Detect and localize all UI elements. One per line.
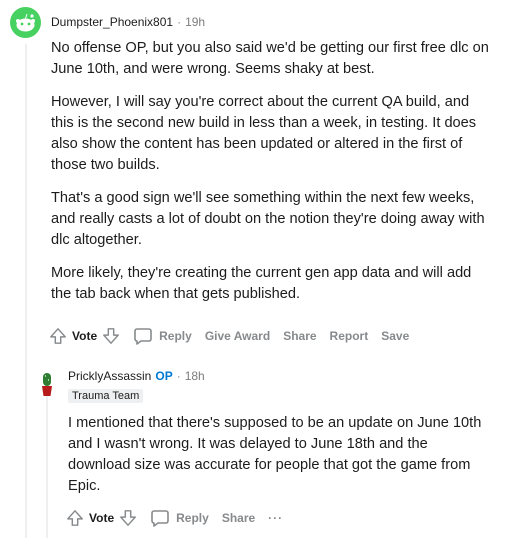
separator: ·	[176, 369, 181, 383]
comment-bubble-icon	[151, 510, 169, 527]
avatar[interactable]	[10, 7, 41, 38]
user-flair: Trauma Team	[68, 389, 144, 403]
comment-meta: Dumpster_Phoenix801 · 19h	[51, 15, 205, 29]
thread-line[interactable]	[46, 396, 48, 538]
share-button[interactable]: Share	[222, 511, 255, 525]
downvote-icon	[120, 510, 137, 526]
author-name[interactable]: PricklyAssassin	[68, 369, 151, 383]
comment-bubble-icon	[134, 328, 152, 345]
comment-paragraph: However, I will say you're correct about…	[51, 94, 477, 173]
comment-paragraph: More likely, they're creating the curren…	[51, 265, 472, 302]
upvote-button[interactable]	[49, 327, 67, 345]
author-name[interactable]: Dumpster_Phoenix801	[51, 15, 173, 29]
reply-button[interactable]: Reply	[133, 326, 192, 346]
give-award-button[interactable]: Give Award	[205, 329, 270, 343]
reply-label: Reply	[176, 511, 209, 525]
thread-line[interactable]	[25, 44, 27, 538]
timestamp[interactable]: 19h	[185, 15, 205, 29]
save-button[interactable]: Save	[381, 329, 409, 343]
comment-actions: Vote Reply Give Award Share Report Save	[49, 326, 422, 346]
report-button[interactable]: Report	[330, 329, 369, 343]
upvote-button[interactable]	[66, 509, 84, 527]
upvote-icon	[50, 328, 66, 344]
reply-actions: Vote Reply Share ···	[66, 508, 296, 528]
avatar[interactable]	[40, 373, 54, 397]
vote-count: Vote	[89, 511, 115, 525]
reply-meta: PricklyAssassin OP · 18h	[68, 369, 205, 383]
comment-paragraph: That's a good sign we'll see something w…	[51, 190, 485, 248]
reply-paragraph: I mentioned that there's supposed to be …	[68, 415, 482, 494]
comment-paragraph: No offense OP, but you also said we'd be…	[51, 40, 489, 77]
more-options-button[interactable]: ···	[268, 511, 283, 525]
share-button[interactable]: Share	[283, 329, 316, 343]
vote-count: Vote	[72, 329, 98, 343]
reply-label: Reply	[159, 329, 192, 343]
downvote-icon	[103, 328, 120, 344]
upvote-icon	[67, 510, 83, 526]
op-badge: OP	[155, 369, 173, 383]
reply-body: I mentioned that there's supposed to be …	[68, 413, 493, 509]
comment-body: No offense OP, but you also said we'd be…	[51, 38, 493, 317]
downvote-button[interactable]	[102, 327, 120, 345]
timestamp[interactable]: 18h	[185, 369, 205, 383]
downvote-button[interactable]	[119, 509, 137, 527]
reply-button[interactable]: Reply	[150, 508, 209, 528]
separator: ·	[177, 15, 182, 29]
